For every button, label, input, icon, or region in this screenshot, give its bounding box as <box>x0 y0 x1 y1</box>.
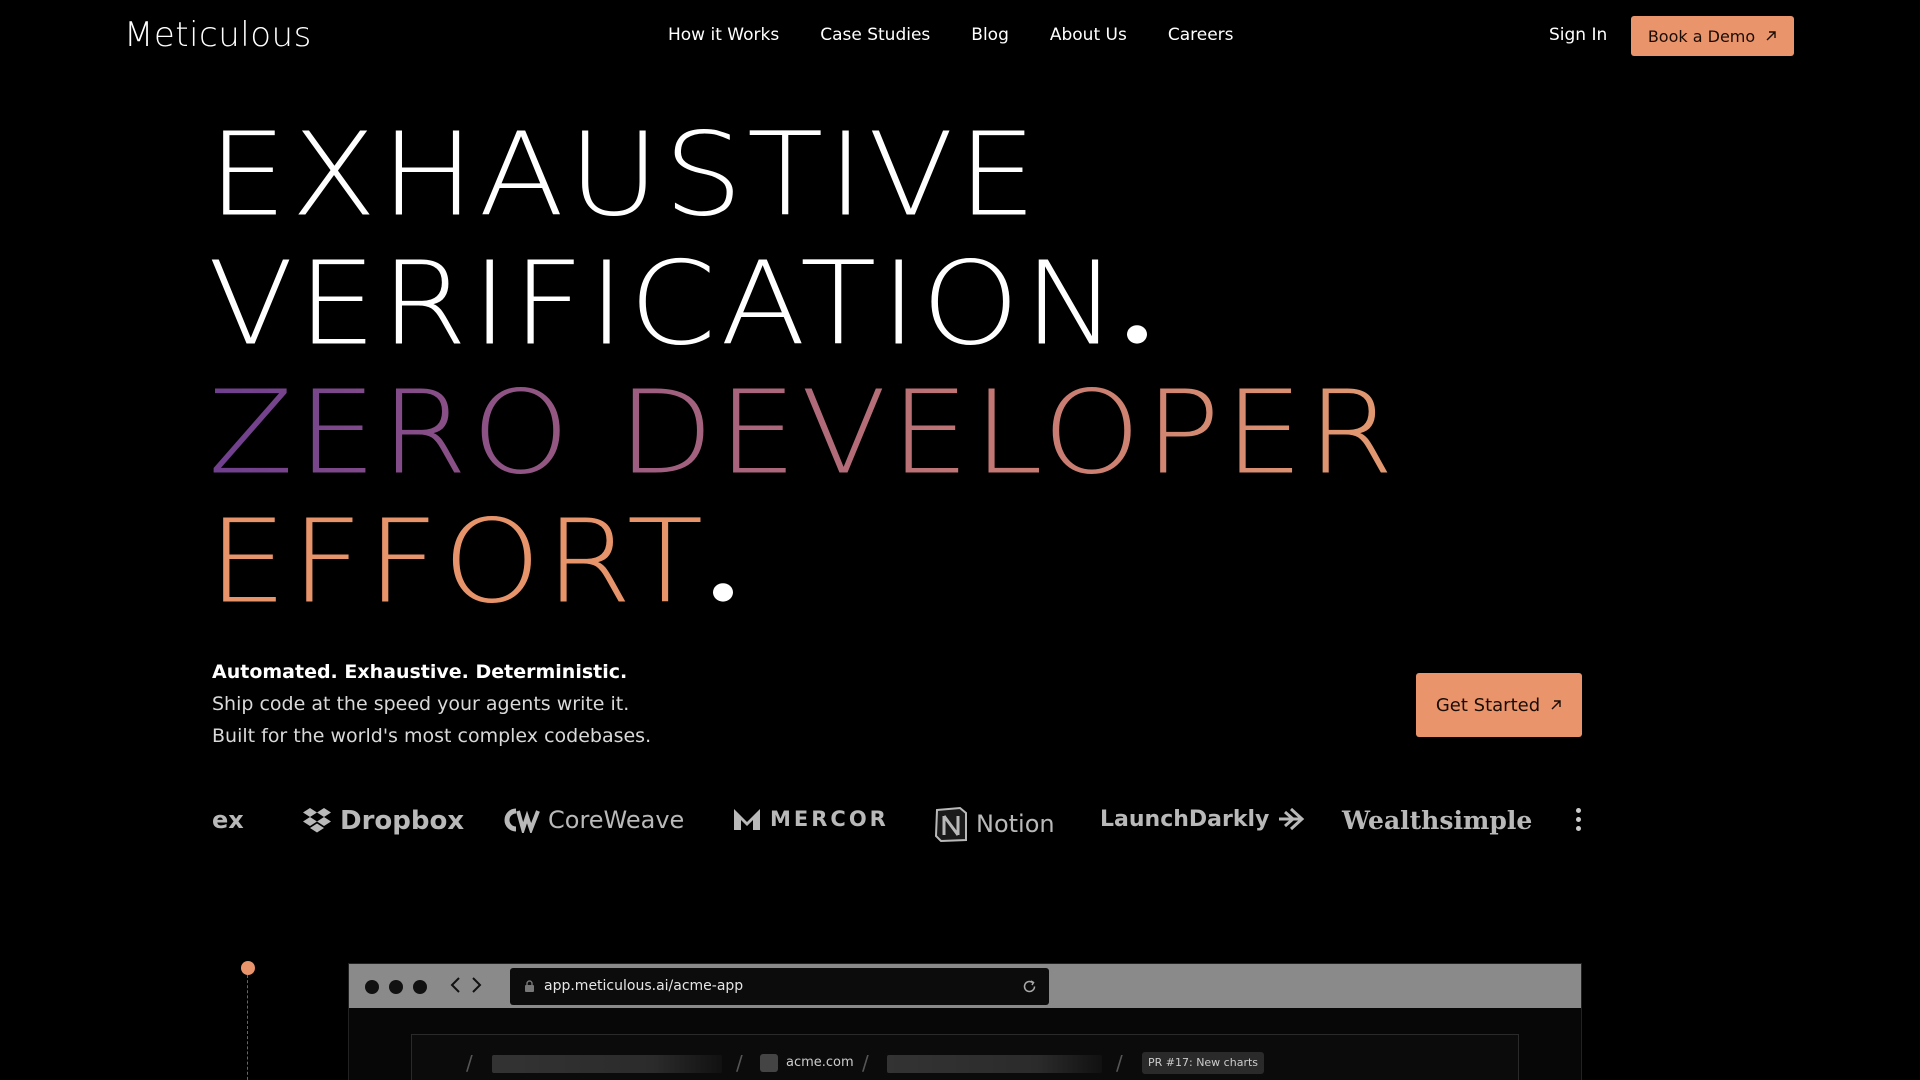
period-dot <box>713 583 734 602</box>
mercor-wordmark: MERCOR <box>770 807 889 831</box>
book-demo-button[interactable]: Book a Demo <box>1631 16 1794 56</box>
get-started-button[interactable]: Get Started <box>1416 673 1582 737</box>
hero-line-2: VERIFICATION <box>208 247 1148 362</box>
period-dot <box>1127 325 1148 344</box>
meticulous-logo[interactable]: Meticulous <box>124 15 312 55</box>
more-vertical-icon[interactable] <box>1574 808 1582 838</box>
mercor-logo: MERCOR <box>732 806 889 832</box>
browser-mockup: app.meticulous.ai/acme-app / / acme.com … <box>348 963 1582 1080</box>
window-maximize-icon <box>413 980 427 994</box>
coreweave-icon <box>504 808 540 833</box>
book-demo-label: Book a Demo <box>1647 26 1756 46</box>
tagline-line-2: Ship code at the speed your agents write… <box>212 693 630 715</box>
wealthsimple-logo: Wealthsimple <box>1342 806 1532 835</box>
nav-link-case-studies[interactable]: Case Studies <box>820 25 930 45</box>
window-controls <box>365 980 427 994</box>
coreweave-logo: CoreWeave <box>502 806 684 834</box>
window-close-icon <box>365 980 379 994</box>
arrow-up-right-icon <box>1551 700 1561 710</box>
reload-icon[interactable] <box>1022 979 1037 994</box>
hero-line-2-text: VERIFICATION <box>208 237 1122 372</box>
chevron-left-icon[interactable] <box>449 976 461 994</box>
launchdarkly-logo: LaunchDarkly <box>1100 806 1305 832</box>
app-preview: / / acme.com / / PR #17: New charts <box>411 1034 1519 1080</box>
coreweave-wordmark: CoreWeave <box>548 806 685 834</box>
lock-icon <box>525 980 534 992</box>
nav-link-careers[interactable]: Careers <box>1168 25 1234 45</box>
mercor-icon <box>734 809 760 830</box>
nav-link-about-us[interactable]: About Us <box>1050 25 1127 45</box>
top-navigation: Meticulous How it Works Case Studies Blo… <box>0 0 1920 72</box>
customer-logo-partial-text: ex <box>212 806 244 834</box>
dropbox-icon <box>303 808 331 833</box>
sign-in-link[interactable]: Sign In <box>1549 25 1607 45</box>
chevron-right-icon[interactable] <box>471 976 483 994</box>
timeline-marker <box>241 961 255 975</box>
wealthsimple-wordmark: Wealthsimple <box>1342 806 1533 835</box>
tagline-bold: Automated. Exhaustive. Deterministic. <box>212 661 628 683</box>
window-minimize-icon <box>389 980 403 994</box>
breadcrumb-site[interactable]: acme.com <box>786 1055 854 1070</box>
arrow-up-right-icon <box>1766 31 1776 41</box>
dropbox-logo: Dropbox <box>302 806 464 836</box>
url-text: app.meticulous.ai/acme-app <box>544 978 744 994</box>
loading-placeholder <box>887 1055 1102 1073</box>
url-bar[interactable]: app.meticulous.ai/acme-app <box>510 968 1049 1005</box>
browser-nav-arrows <box>449 976 483 994</box>
launchdarkly-arrow-icon <box>1279 807 1305 831</box>
customer-logo-strip: ex Dropbox CoreWeave MERCOR Notion Launc… <box>212 800 1582 844</box>
hero-line-4: EFFORT <box>208 505 734 620</box>
launchdarkly-wordmark: LaunchDarkly <box>1100 806 1270 832</box>
nav-links: How it Works Case Studies Blog About Us … <box>668 25 1275 45</box>
loading-placeholder <box>492 1055 722 1073</box>
dropbox-wordmark: Dropbox <box>340 806 465 836</box>
nav-link-how-it-works[interactable]: How it Works <box>668 25 779 45</box>
notion-icon <box>934 806 967 842</box>
timeline-line <box>247 975 248 1080</box>
hero-line-1: EXHAUSTIVE <box>208 108 1041 243</box>
notion-logo: Notion <box>934 806 1055 842</box>
site-icon <box>760 1054 778 1072</box>
breadcrumb-separator: / <box>736 1051 743 1075</box>
get-started-label: Get Started <box>1435 694 1541 716</box>
pr-badge[interactable]: PR #17: New charts <box>1142 1052 1265 1074</box>
hero-line-3: ZERO DEVELOPER <box>208 366 1399 501</box>
browser-toolbar: app.meticulous.ai/acme-app <box>349 964 1581 1008</box>
breadcrumb-separator: / <box>1116 1051 1123 1075</box>
notion-wordmark: Notion <box>976 810 1055 838</box>
breadcrumb-separator: / <box>862 1051 869 1075</box>
hero-line-4-text: EFFORT <box>208 495 708 630</box>
breadcrumb-separator: / <box>466 1051 473 1075</box>
tagline-line-3: Built for the world's most complex codeb… <box>212 725 652 747</box>
customer-logo-partial: ex <box>212 806 244 834</box>
breadcrumb: / / acme.com / / PR #17: New charts <box>412 1051 1518 1075</box>
nav-link-blog[interactable]: Blog <box>971 25 1009 45</box>
